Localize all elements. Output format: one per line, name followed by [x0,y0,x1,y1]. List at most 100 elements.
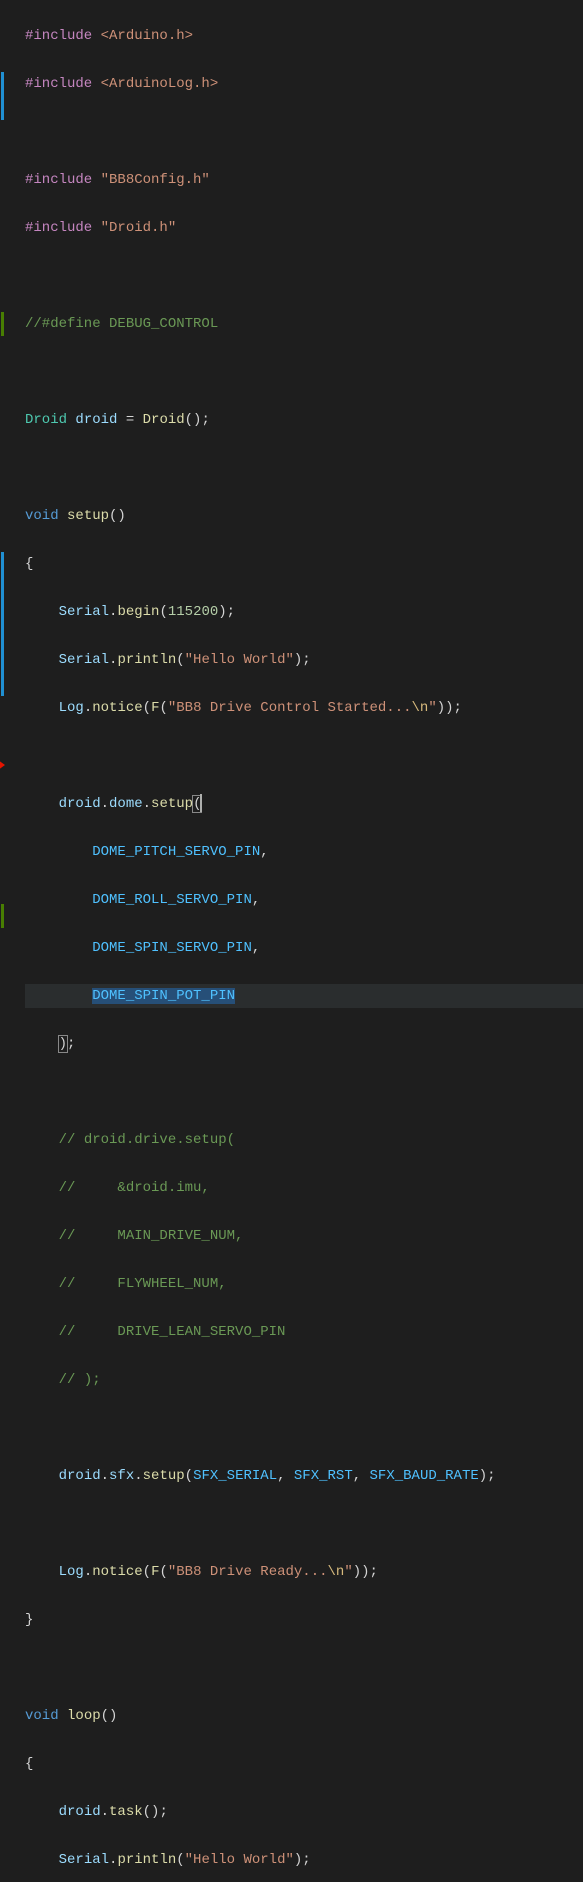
punct: ); [294,1852,311,1868]
object: droid [59,1468,101,1484]
include-path: "Droid.h" [92,220,176,236]
string: " [344,1564,352,1580]
code-line[interactable]: Serial.begin(115200); [25,600,583,624]
comment: // droid.drive.setup( [59,1132,235,1148]
preproc-directive: #include [25,172,92,188]
variable: droid [67,412,126,428]
function: setup [59,508,109,524]
punct: ( [176,1852,184,1868]
string: "Hello World" [185,1852,294,1868]
code-line[interactable]: // droid.drive.setup( [25,1128,583,1152]
indent [25,1180,59,1196]
property: sfx [109,1468,134,1484]
code-line[interactable]: #include "BB8Config.h" [25,168,583,192]
string: "BB8 Drive Control Started... [168,700,412,716]
code-line[interactable]: // MAIN_DRIVE_NUM, [25,1224,583,1248]
constant: SFX_SERIAL [193,1468,277,1484]
method: begin [117,604,159,620]
keyword: void [25,508,59,524]
code-line[interactable]: // DRIVE_LEAN_SERVO_PIN [25,1320,583,1344]
constant: DOME_PITCH_SERVO_PIN [92,844,260,860]
indent [25,1228,59,1244]
code-line[interactable]: droid.sfx.setup(SFX_SERIAL, SFX_RST, SFX… [25,1464,583,1488]
punct: ( [176,652,184,668]
code-line[interactable]: Droid droid = Droid(); [25,408,583,432]
gutter-marker [1,72,4,120]
punct: ); [218,604,235,620]
indent [25,1132,59,1148]
punct: ( [185,1468,193,1484]
code-editor[interactable]: #include <Arduino.h> #include <ArduinoLo… [0,0,583,941]
punct: )); [353,1564,378,1580]
code-line[interactable] [25,120,583,144]
code-line[interactable] [25,360,583,384]
code-line[interactable]: droid.task(); [25,1800,583,1824]
code-line[interactable]: Serial.println("Hello World"); [25,1848,583,1872]
code-line[interactable]: droid.dome.setup( [25,792,583,816]
indent [25,604,59,620]
code-line[interactable] [25,1656,583,1680]
code-line[interactable]: //#define DEBUG_CONTROL [25,312,583,336]
indent [25,1276,59,1292]
method: notice [92,700,142,716]
object: Log [59,1564,84,1580]
code-line[interactable]: // ); [25,1368,583,1392]
indent [25,652,59,668]
code-line[interactable]: #include "Droid.h" [25,216,583,240]
code-line-highlighted[interactable]: DOME_SPIN_POT_PIN [25,984,583,1008]
indent [25,1804,59,1820]
code-line[interactable]: // &droid.imu, [25,1176,583,1200]
punct: . [143,796,151,812]
object: droid [59,796,101,812]
property: dome [109,796,143,812]
punct: . [101,1804,109,1820]
code-line[interactable]: Serial.println("Hello World"); [25,648,583,672]
punct: ( [159,1564,167,1580]
indent [25,1852,59,1868]
code-line[interactable]: DOME_SPIN_SERVO_PIN, [25,936,583,960]
constant: SFX_RST [294,1468,353,1484]
code-line[interactable] [25,1512,583,1536]
code-line[interactable]: Log.notice(F("BB8 Drive Ready...\n")); [25,1560,583,1584]
preproc-directive: #include [25,220,92,236]
code-line[interactable] [25,456,583,480]
punct: . [101,796,109,812]
code-line[interactable]: { [25,1752,583,1776]
macro: F [151,1564,159,1580]
punct: . [101,1468,109,1484]
indent [25,988,92,1004]
code-line[interactable]: { [25,552,583,576]
comment: //#define DEBUG_CONTROL [25,316,218,332]
indent [25,1324,59,1340]
code-line[interactable]: // FLYWHEEL_NUM, [25,1272,583,1296]
preproc-directive: #include [25,28,92,44]
code-line[interactable] [25,1080,583,1104]
string: "Hello World" [185,652,294,668]
indent [25,1564,59,1580]
brace: { [25,1756,33,1772]
code-line[interactable]: void setup() [25,504,583,528]
object: Serial [59,604,109,620]
indent [25,892,92,908]
code-line[interactable]: DOME_PITCH_SERVO_PIN, [25,840,583,864]
method: setup [143,1468,185,1484]
comment: // DRIVE_LEAN_SERVO_PIN [59,1324,286,1340]
code-line[interactable]: } [25,1608,583,1632]
escape: \n [412,700,429,716]
code-line[interactable]: DOME_ROLL_SERVO_PIN, [25,888,583,912]
gutter-marker [1,552,4,696]
punct: () [101,1708,118,1724]
punct: . [84,700,92,716]
code-line[interactable] [25,264,583,288]
code-line[interactable]: void loop() [25,1704,583,1728]
code-line[interactable] [25,744,583,768]
code-area[interactable]: #include <Arduino.h> #include <ArduinoLo… [5,0,583,941]
code-line[interactable]: ); [25,1032,583,1056]
code-line[interactable]: #include <ArduinoLog.h> [25,72,583,96]
punct: . [84,1564,92,1580]
code-line[interactable] [25,1416,583,1440]
code-line[interactable]: Log.notice(F("BB8 Drive Control Started.… [25,696,583,720]
constructor: Droid [143,412,185,428]
code-line[interactable]: #include <Arduino.h> [25,24,583,48]
constant: DOME_SPIN_SERVO_PIN [92,940,252,956]
